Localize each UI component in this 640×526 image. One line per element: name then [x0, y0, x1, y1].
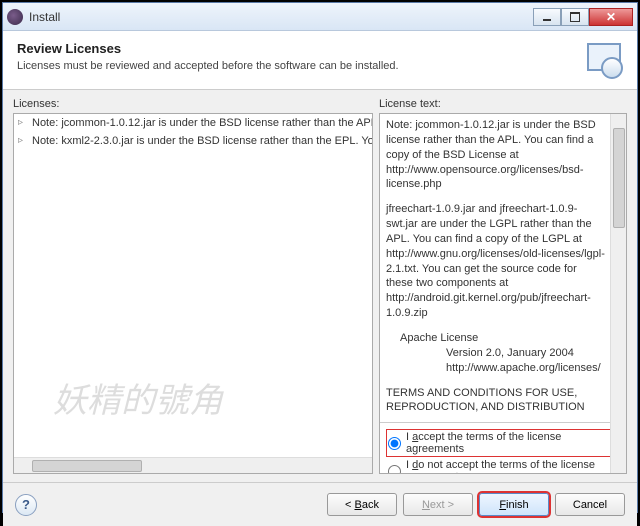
minimize-button[interactable] — [533, 8, 561, 26]
reject-radio-input[interactable] — [388, 465, 401, 475]
next-button: Next > — [403, 493, 473, 516]
window-title: Install — [29, 10, 533, 24]
install-window: Install ✕ Review Licenses Licenses must … — [2, 2, 638, 513]
license-text-content[interactable]: Note: jcommon-1.0.12.jar is under the BS… — [380, 114, 626, 422]
license-text-label: License text: — [379, 98, 627, 110]
scroll-thumb[interactable] — [32, 460, 142, 472]
scroll-thumb[interactable] — [613, 128, 625, 228]
body: Licenses: Note: jcommon-1.0.12.jar is un… — [3, 90, 637, 482]
page-title: Review Licenses — [17, 41, 583, 56]
licenses-label: Licenses: — [13, 98, 373, 110]
horizontal-scrollbar[interactable] — [14, 457, 372, 473]
app-icon — [7, 9, 23, 25]
maximize-button[interactable] — [561, 8, 589, 26]
computer-icon — [583, 41, 623, 81]
cancel-button[interactable]: Cancel — [555, 493, 625, 516]
license-agreement-radios: I accept the terms of the license agreem… — [380, 422, 626, 474]
license-paragraph: TERMS AND CONDITIONS FOR USE, REPRODUCTI… — [386, 386, 606, 416]
finish-button[interactable]: Finish — [479, 493, 549, 516]
license-paragraph: http://www.apache.org/licenses/ — [386, 361, 606, 376]
page-subtitle: Licenses must be reviewed and accepted b… — [17, 60, 583, 72]
titlebar[interactable]: Install ✕ — [3, 3, 637, 31]
license-text-panel: Note: jcommon-1.0.12.jar is under the BS… — [379, 113, 627, 474]
license-paragraph: Note: jcommon-1.0.12.jar is under the BS… — [386, 118, 606, 192]
license-item[interactable]: Note: jcommon-1.0.12.jar is under the BS… — [14, 114, 372, 132]
close-button[interactable]: ✕ — [589, 8, 633, 26]
license-paragraph: Apache License — [386, 331, 606, 346]
accept-license-radio[interactable]: I accept the terms of the license agreem… — [386, 429, 620, 457]
back-button[interactable]: < Back — [327, 493, 397, 516]
header: Review Licenses Licenses must be reviewe… — [3, 31, 637, 90]
license-item[interactable]: Note: kxml2-2.3.0.jar is under the BSD l… — [14, 132, 372, 150]
help-icon[interactable]: ? — [15, 494, 37, 516]
accept-radio-input[interactable] — [388, 437, 401, 450]
license-paragraph: jfreechart-1.0.9.jar and jfreechart-1.0.… — [386, 202, 606, 321]
reject-license-radio[interactable]: I do not accept the terms of the license… — [386, 457, 620, 474]
license-paragraph: Version 2.0, January 2004 — [386, 346, 606, 361]
licenses-list[interactable]: Note: jcommon-1.0.12.jar is under the BS… — [13, 113, 373, 474]
vertical-scrollbar[interactable] — [610, 114, 626, 473]
footer: ? < Back Next > Finish Cancel — [3, 482, 637, 526]
